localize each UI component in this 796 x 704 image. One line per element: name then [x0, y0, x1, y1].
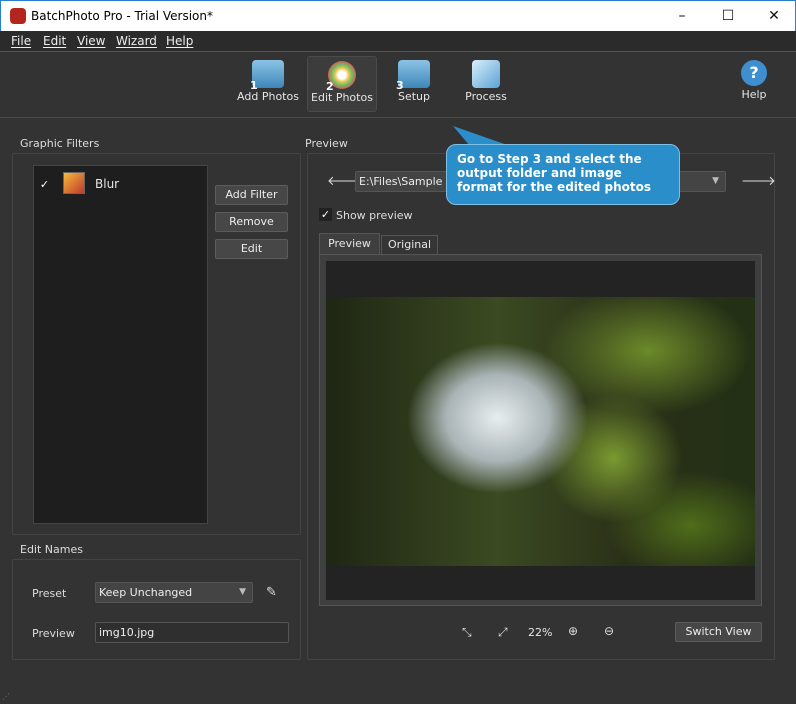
graphic-filters-title: Graphic Filters — [20, 137, 100, 150]
preview-image — [326, 297, 755, 566]
menu-bar: File Edit View Wizard Help — [0, 31, 796, 52]
menu-file[interactable]: File — [11, 34, 31, 48]
filter-label: Blur — [95, 177, 120, 191]
remove-filter-button[interactable]: Remove — [215, 212, 288, 232]
window-title: BatchPhoto Pro - Trial Version* — [31, 9, 213, 23]
pencil-icon[interactable]: ✎ — [266, 585, 277, 600]
close-button[interactable]: ✕ — [751, 1, 796, 31]
minimize-button[interactable]: – — [659, 1, 705, 31]
setup-icon: 3 — [396, 60, 430, 92]
step-process[interactable]: Process — [451, 56, 521, 112]
title-bar: BatchPhoto Pro - Trial Version* – ☐ ✕ — [0, 0, 796, 31]
app-logo-icon — [10, 8, 26, 24]
preset-dropdown[interactable]: Keep Unchanged ▼ — [95, 582, 253, 603]
show-preview-label: Show preview — [336, 209, 413, 222]
tab-preview[interactable]: Preview — [319, 233, 380, 255]
zoom-in-icon[interactable]: ⊕ — [568, 624, 578, 638]
chevron-down-icon: ▼ — [712, 172, 719, 191]
menu-wizard[interactable]: Wizard — [116, 34, 157, 48]
help-label: Help — [741, 88, 767, 101]
preset-label: Preset — [32, 587, 67, 600]
resize-grip-icon[interactable]: ⋰ — [2, 692, 10, 701]
menu-edit[interactable]: Edit — [43, 34, 66, 48]
switch-view-button[interactable]: Switch View — [675, 622, 762, 642]
maximize-button[interactable]: ☐ — [705, 1, 751, 31]
wizard-tooltip: Go to Step 3 and select the output folde… — [446, 144, 680, 205]
help-icon: ? — [741, 60, 767, 86]
blur-filter-icon — [63, 172, 85, 194]
menu-view[interactable]: View — [77, 34, 105, 48]
chevron-down-icon: ▼ — [239, 587, 246, 597]
help-button[interactable]: ? Help — [719, 56, 789, 112]
filter-list[interactable]: ✓ Blur — [33, 165, 208, 524]
step-edit-photos[interactable]: 2 Edit Photos — [307, 56, 377, 112]
edit-names-title: Edit Names — [20, 543, 83, 556]
edit-filter-button[interactable]: Edit — [215, 239, 288, 259]
next-image-arrow-icon[interactable]: 🡒 — [741, 173, 776, 189]
filter-item[interactable]: ✓ Blur — [34, 170, 207, 198]
fit-to-window-icon[interactable]: ⤡ — [462, 625, 472, 640]
preview-name-field[interactable]: img10.jpg — [95, 622, 289, 643]
step-add-photos[interactable]: 1 Add Photos — [233, 56, 303, 112]
zoom-out-icon[interactable]: ⊖ — [604, 624, 614, 638]
step-label: Setup — [397, 90, 431, 103]
menu-help[interactable]: Help — [166, 34, 193, 48]
filter-checkbox[interactable]: ✓ — [38, 178, 51, 191]
process-icon — [472, 60, 500, 88]
step-setup[interactable]: 3 Setup — [379, 56, 449, 112]
preview-name-label: Preview — [32, 627, 75, 640]
actual-size-icon[interactable]: ⤢ — [498, 625, 508, 640]
zoom-level: 22% — [528, 626, 553, 639]
edit-names-panel — [12, 559, 301, 660]
add-filter-button[interactable]: Add Filter — [215, 185, 288, 205]
preset-value: Keep Unchanged — [99, 586, 193, 599]
edit-photos-icon: 2 — [326, 61, 356, 93]
step-label: Edit Photos — [311, 91, 373, 104]
tab-original[interactable]: Original — [381, 235, 438, 255]
toolbar-divider — [0, 117, 796, 118]
show-preview-checkbox[interactable]: ✓ — [319, 208, 332, 221]
step-label: Add Photos — [237, 90, 299, 103]
preview-title: Preview — [305, 137, 348, 150]
add-photos-icon: 1 — [250, 60, 284, 92]
step-label: Process — [465, 90, 507, 103]
